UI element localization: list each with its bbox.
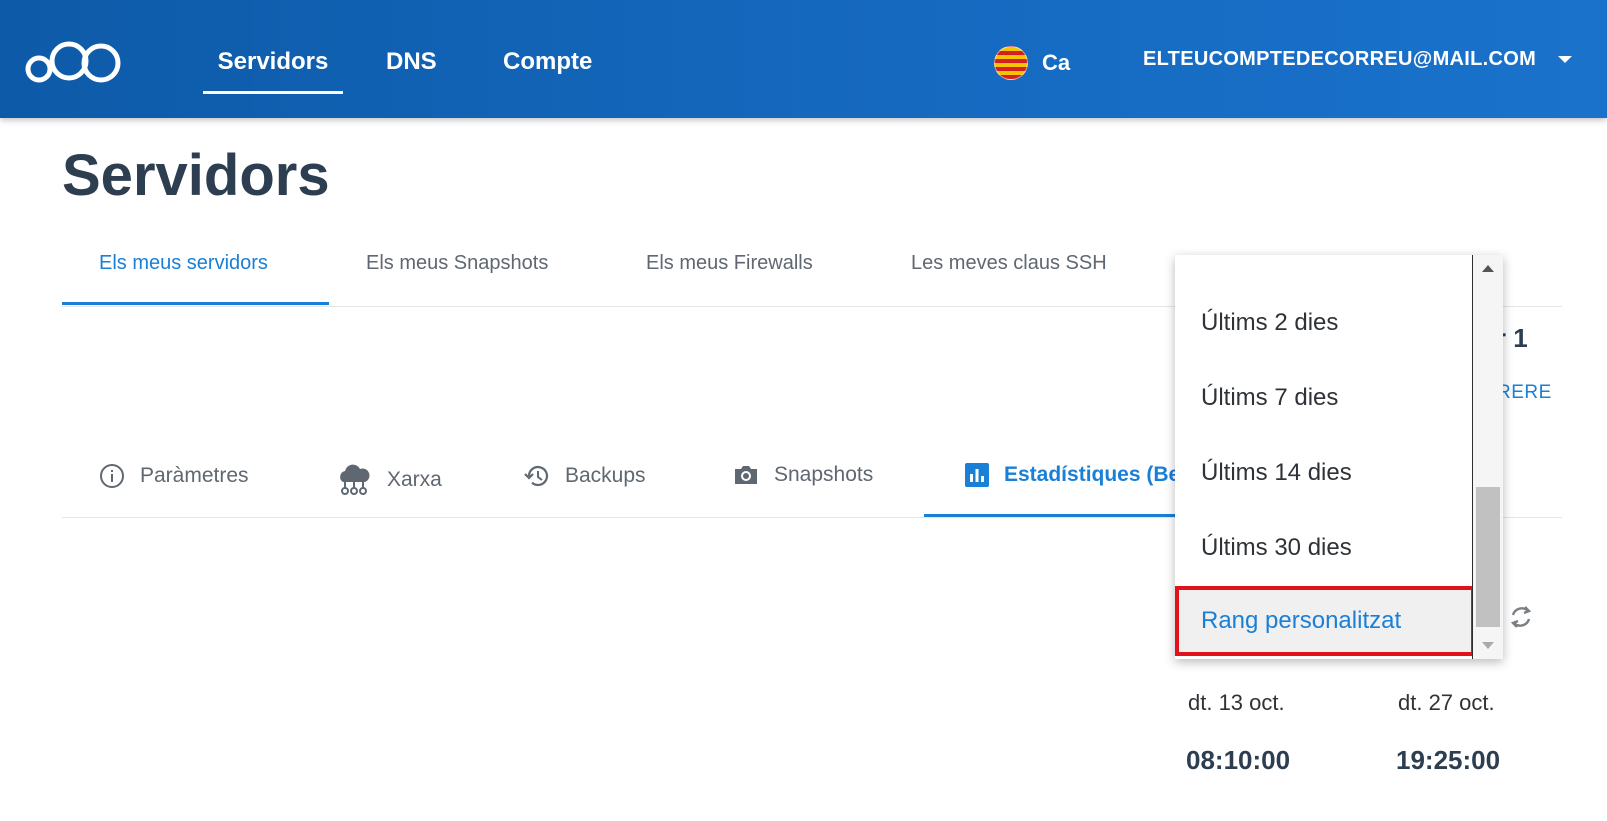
nav-compte[interactable]: Compte <box>503 44 592 94</box>
tab-xarxa[interactable]: Xarxa <box>335 462 442 498</box>
bar-chart-icon <box>964 462 990 488</box>
option-rang-personalitzat[interactable]: Rang personalitzat <box>1175 586 1475 656</box>
history-icon <box>523 462 551 490</box>
tab-els-meus-firewalls[interactable]: Els meus Firewalls <box>646 252 813 275</box>
back-link[interactable]: RERE <box>1497 382 1552 404</box>
scrollbar-thumb[interactable] <box>1476 487 1500 627</box>
tab-estadistiques-label: Estadístiques (Be <box>1004 463 1181 486</box>
info-icon <box>98 462 126 490</box>
end-time[interactable]: 19:25:00 <box>1396 745 1500 776</box>
option-ultims-14-dies[interactable]: Últims 14 dies <box>1175 438 1475 508</box>
nav-dns[interactable]: DNS <box>386 44 437 94</box>
active-tab-indicator <box>62 302 329 305</box>
start-time[interactable]: 08:10:00 <box>1186 745 1290 776</box>
refresh-icon[interactable] <box>1506 602 1536 637</box>
tab-estadistiques[interactable]: Estadístiques (Be <box>964 462 1180 488</box>
account-email: ELTEUCOMPTEDECORREU@MAIL.COM <box>1143 48 1537 70</box>
option-ultims-7-dies[interactable]: Últims 7 dies <box>1175 363 1475 433</box>
network-cloud-icon <box>335 462 373 498</box>
tab-parametres[interactable]: Paràmetres <box>98 462 249 490</box>
start-date[interactable]: dt. 13 oct. <box>1188 690 1285 716</box>
option-ultims-2-dies[interactable]: Últims 2 dies <box>1175 288 1475 358</box>
tab-backups[interactable]: Backups <box>523 462 646 490</box>
logo-icon[interactable] <box>24 36 124 91</box>
active-subtab-indicator <box>924 514 1186 517</box>
dropdown-scrollbar[interactable] <box>1472 255 1503 659</box>
tab-backups-label: Backups <box>565 464 646 487</box>
range-dropdown[interactable]: Últims 2 dies Últims 7 dies Últims 14 di… <box>1175 255 1503 659</box>
tab-els-meus-servidors[interactable]: Els meus servidors <box>99 252 268 275</box>
end-date[interactable]: dt. 27 oct. <box>1398 690 1495 716</box>
top-navigation-bar: Servidors DNS Compte Ca ELTEUCOMPTEDECOR… <box>0 0 1607 118</box>
language-label: Ca <box>1042 50 1071 75</box>
tab-els-meus-snapshots[interactable]: Els meus Snapshots <box>366 252 548 275</box>
nav-servidors[interactable]: Servidors <box>203 44 343 94</box>
tab-parametres-label: Paràmetres <box>140 464 249 487</box>
catalan-flag-icon <box>994 46 1028 80</box>
caret-down-icon <box>1558 56 1573 63</box>
page-title: Servidors <box>62 143 330 208</box>
option-ultims-30-dies[interactable]: Últims 30 dies <box>1175 513 1475 583</box>
tab-les-meves-claus-ssh[interactable]: Les meves claus SSH <box>911 252 1107 275</box>
tab-snapshots-label: Snapshots <box>774 463 874 486</box>
account-menu[interactable]: ELTEUCOMPTEDECORREU@MAIL.COM <box>1143 48 1573 71</box>
camera-icon <box>732 462 760 488</box>
tab-xarxa-label: Xarxa <box>387 468 442 491</box>
scroll-down-arrow-icon[interactable] <box>1482 642 1494 649</box>
tab-snapshots[interactable]: Snapshots <box>732 462 873 488</box>
scroll-up-arrow-icon[interactable] <box>1482 265 1494 272</box>
language-selector[interactable]: Ca <box>994 46 1070 80</box>
